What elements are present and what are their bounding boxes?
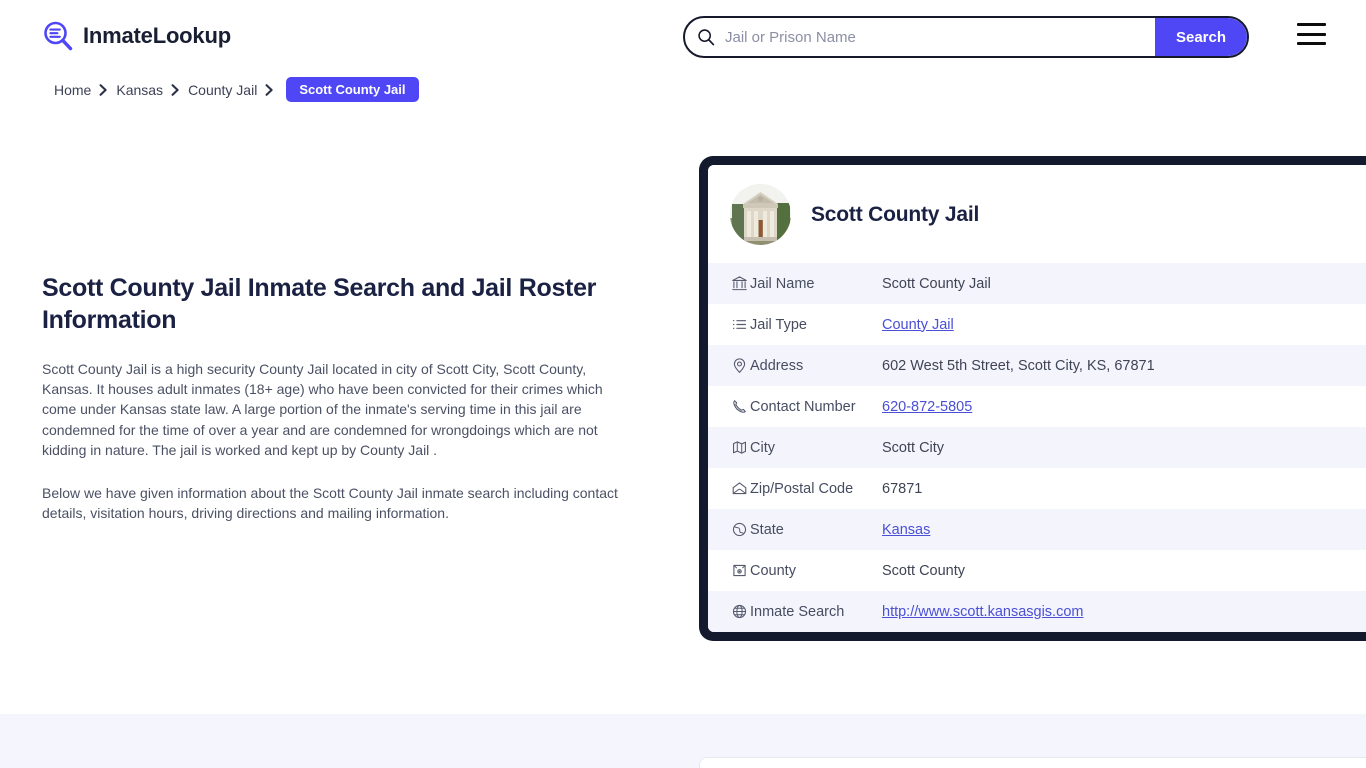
jail-info-card-inner: Scott County Jail Jail Name Scott County… <box>708 165 1366 632</box>
envelope-icon <box>708 468 749 509</box>
row-label: Inmate Search <box>750 603 845 620</box>
hamburger-bar <box>1297 23 1326 26</box>
row-value: 67871 <box>882 480 923 497</box>
row-value: 602 West 5th Street, Scott City, KS, 678… <box>882 357 1155 374</box>
globe-grid-icon <box>708 509 749 550</box>
row-value[interactable]: http://www.scott.kansasgis.com <box>881 591 1366 632</box>
jail-card-header: Scott County Jail <box>708 165 1366 263</box>
table-row: Zip/Postal Code 67871 <box>708 468 1366 509</box>
list-icon <box>708 304 749 345</box>
hamburger-bar <box>1297 32 1326 36</box>
county-badge-icon <box>708 550 749 591</box>
page-title: Scott County Jail Inmate Search and Jail… <box>42 274 597 335</box>
table-row: City Scott City <box>708 427 1366 468</box>
main-content-column: Scott County Jail Inmate Search and Jail… <box>42 272 638 546</box>
row-value[interactable]: 620-872-5805 <box>881 386 1366 427</box>
page-root: InmateLookup Search Home Kansas County J… <box>0 0 1366 768</box>
hamburger-bar <box>1297 42 1326 45</box>
site-header: InmateLookup Search <box>0 0 1366 72</box>
row-value-link[interactable]: County Jail <box>882 317 954 333</box>
site-logo[interactable]: InmateLookup <box>42 20 231 52</box>
breadcrumb: Home Kansas County Jail Scott County Jai… <box>54 77 419 102</box>
map-icon <box>708 427 749 468</box>
jail-details-table: Jail Name Scott County Jail Jail Type Co… <box>708 263 1366 632</box>
row-value: Scott County <box>882 562 966 579</box>
table-row: Jail Name Scott County Jail <box>708 263 1366 304</box>
search-icon <box>698 29 715 46</box>
table-row: State Kansas <box>708 509 1366 550</box>
description-paragraph-2: Below we have given information about th… <box>42 484 618 522</box>
phone-icon <box>708 386 749 427</box>
row-label: County <box>750 562 796 579</box>
row-value: Scott City <box>882 439 945 456</box>
row-value: Scott County Jail <box>882 275 991 292</box>
chevron-right-icon <box>171 83 180 96</box>
search-bar[interactable]: Search <box>683 16 1249 58</box>
table-row: Address 602 West 5th Street, Scott City,… <box>708 345 1366 386</box>
row-value-link[interactable]: Kansas <box>882 522 930 538</box>
row-label: Jail Type <box>750 316 807 333</box>
search-input[interactable] <box>715 18 1155 56</box>
globe-icon <box>708 591 749 632</box>
bottom-card-peek <box>699 757 1366 768</box>
row-label: Contact Number <box>750 398 856 415</box>
table-row: Inmate Search http://www.scott.kansasgis… <box>708 591 1366 632</box>
row-label: Jail Name <box>750 275 815 292</box>
search-button[interactable]: Search <box>1155 18 1247 56</box>
breadcrumb-item-home[interactable]: Home <box>54 82 91 98</box>
breadcrumb-item-current: Scott County Jail <box>286 77 419 102</box>
row-label: Address <box>750 357 804 374</box>
courthouse-photo <box>730 184 791 245</box>
description-paragraph-1: Scott County Jail is a high security Cou… <box>42 360 603 459</box>
row-value[interactable]: Kansas <box>881 509 1366 550</box>
chevron-right-icon <box>99 83 108 96</box>
magnifier-list-icon <box>44 21 73 51</box>
row-value-link[interactable]: http://www.scott.kansasgis.com <box>882 604 1083 620</box>
row-value-link[interactable]: 620-872-5805 <box>882 399 972 415</box>
table-row: County Scott County <box>708 550 1366 591</box>
hamburger-menu-icon[interactable] <box>1297 23 1326 45</box>
logo-text: InmateLookup <box>83 23 231 48</box>
chevron-right-icon <box>265 83 274 96</box>
row-value[interactable]: County Jail <box>881 304 1366 345</box>
courthouse-illustration <box>730 184 791 245</box>
breadcrumb-item-county-jail[interactable]: County Jail <box>188 82 257 98</box>
table-row: Contact Number 620-872-5805 <box>708 386 1366 427</box>
jail-info-card: Scott County Jail Jail Name Scott County… <box>699 156 1366 641</box>
jail-card-title: Scott County Jail <box>811 202 980 226</box>
breadcrumb-item-kansas[interactable]: Kansas <box>116 82 163 98</box>
table-row: Jail Type County Jail <box>708 304 1366 345</box>
row-label: Zip/Postal Code <box>750 480 854 497</box>
map-pin-icon <box>708 345 749 386</box>
row-label: State <box>750 521 784 538</box>
row-label: City <box>750 439 775 456</box>
bank-icon <box>708 263 749 304</box>
